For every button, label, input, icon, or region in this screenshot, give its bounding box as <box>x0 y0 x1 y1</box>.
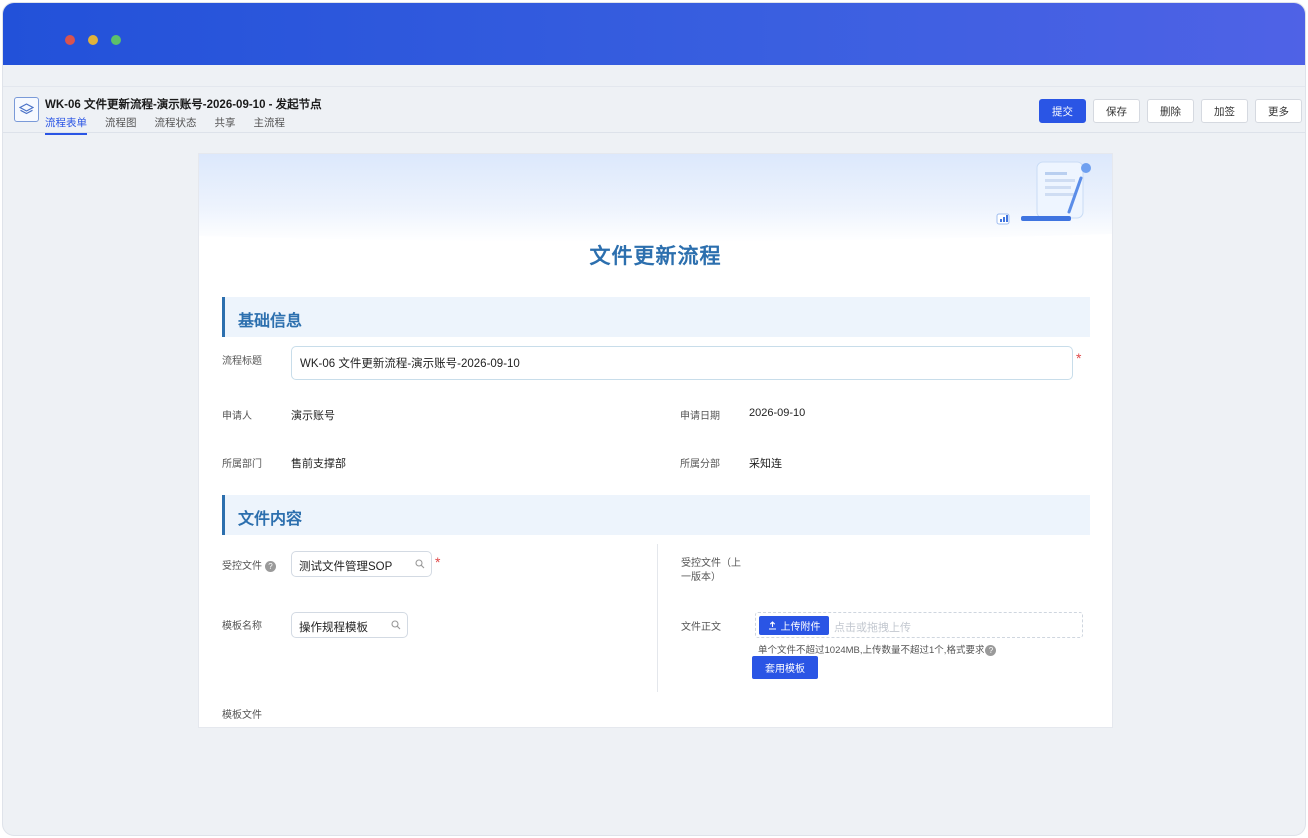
layers-icon <box>14 97 39 122</box>
minimize-window-button[interactable] <box>88 35 98 45</box>
controlled-prev-label: 受控文件（上 一版本） <box>681 557 741 585</box>
controlled-file-label-text: 受控文件 <box>222 561 262 572</box>
maximize-window-button[interactable] <box>111 35 121 45</box>
flow-title-label: 流程标题 <box>222 356 262 367</box>
template-name-label: 模板名称 <box>222 621 262 632</box>
section-file-content: 文件内容 <box>222 495 1090 535</box>
help-icon[interactable]: ? <box>985 644 997 656</box>
upload-icon <box>768 621 776 630</box>
branch-label: 所属分部 <box>680 459 720 470</box>
template-name-select[interactable]: 操作规程模板 <box>291 612 408 638</box>
delete-button[interactable]: 删除 <box>1147 99 1194 123</box>
action-bar: 提交 保存 删除 加签 更多 <box>1039 99 1302 123</box>
add-sign-button[interactable]: 加签 <box>1201 99 1248 123</box>
tab-flow-status[interactable]: 流程状态 <box>155 115 197 135</box>
dept-value: 售前支撑部 <box>291 458 346 470</box>
help-icon[interactable]: ? <box>265 560 276 572</box>
applicant-value: 演示账号 <box>291 410 335 422</box>
upload-tip-text: 单个文件不超过1024MB,上传数量不超过1个,格式要求 <box>758 645 985 656</box>
apply-date-label: 申请日期 <box>680 411 720 422</box>
template-name-value: 操作规程模板 <box>299 622 368 634</box>
template-file-label: 模板文件 <box>222 710 262 721</box>
form-title: 文件更新流程 <box>589 245 722 268</box>
section-content-title: 文件内容 <box>238 511 303 528</box>
tab-form[interactable]: 流程表单 <box>45 115 87 135</box>
close-window-button[interactable] <box>65 35 75 45</box>
controlled-prev-label-line1: 受控文件（上 <box>681 558 741 569</box>
dept-label: 所属部门 <box>222 459 262 470</box>
applicant-label: 申请人 <box>222 411 252 422</box>
app-window: WK-06 文件更新流程-演示账号-2026-09-10 - 发起节点 流程表单… <box>2 2 1306 836</box>
document-illustration-icon <box>996 161 1091 225</box>
section-basic-info: 基础信息 <box>222 297 1090 337</box>
section-basic-title: 基础信息 <box>238 313 303 330</box>
column-divider <box>657 544 658 692</box>
apply-date-value: 2026-09-10 <box>749 407 806 419</box>
page-header: WK-06 文件更新流程-演示账号-2026-09-10 - 发起节点 流程表单… <box>3 87 1305 135</box>
header-tabs: 流程表单 流程图 流程状态 共享 主流程 <box>45 115 285 135</box>
tab-share[interactable]: 共享 <box>215 115 236 135</box>
upload-button-label: 上传附件 <box>780 622 821 633</box>
controlled-file-label: 受控文件? <box>222 557 276 572</box>
save-button[interactable]: 保存 <box>1093 99 1140 123</box>
controlled-prev-label-line2: 一版本） <box>681 572 721 583</box>
form-card: 文件更新流程 基础信息 流程标题 * 申请人 演示账号 申请日期 2026-09… <box>198 153 1113 728</box>
tab-main-flow[interactable]: 主流程 <box>254 115 286 135</box>
flow-title-input[interactable] <box>291 346 1073 380</box>
controlled-file-value: 测试文件管理SOP <box>299 561 393 573</box>
required-mark: * <box>1076 350 1082 366</box>
top-band <box>3 65 1305 87</box>
search-icon[interactable] <box>391 620 401 630</box>
search-icon[interactable] <box>415 559 425 569</box>
upload-attachment-button[interactable]: 上传附件 <box>759 616 829 635</box>
use-template-button[interactable]: 套用模板 <box>752 656 818 679</box>
tab-flowchart[interactable]: 流程图 <box>105 115 137 135</box>
request-title: WK-06 文件更新流程-演示账号-2026-09-10 - 发起节点 <box>45 99 322 111</box>
branch-value: 采知连 <box>749 458 782 470</box>
upload-placeholder: 点击或拖拽上传 <box>834 622 911 634</box>
more-button[interactable]: 更多 <box>1255 99 1302 123</box>
controlled-file-select[interactable]: 测试文件管理SOP <box>291 551 432 577</box>
upload-dropzone[interactable]: 上传附件 点击或拖拽上传 <box>755 612 1083 638</box>
doc-body-label: 文件正文 <box>681 622 721 633</box>
upload-tip: 单个文件不超过1024MB,上传数量不超过1个,格式要求? <box>758 642 997 656</box>
submit-button[interactable]: 提交 <box>1039 99 1086 123</box>
required-mark-2: * <box>435 554 441 570</box>
window-titlebar <box>3 3 1305 65</box>
